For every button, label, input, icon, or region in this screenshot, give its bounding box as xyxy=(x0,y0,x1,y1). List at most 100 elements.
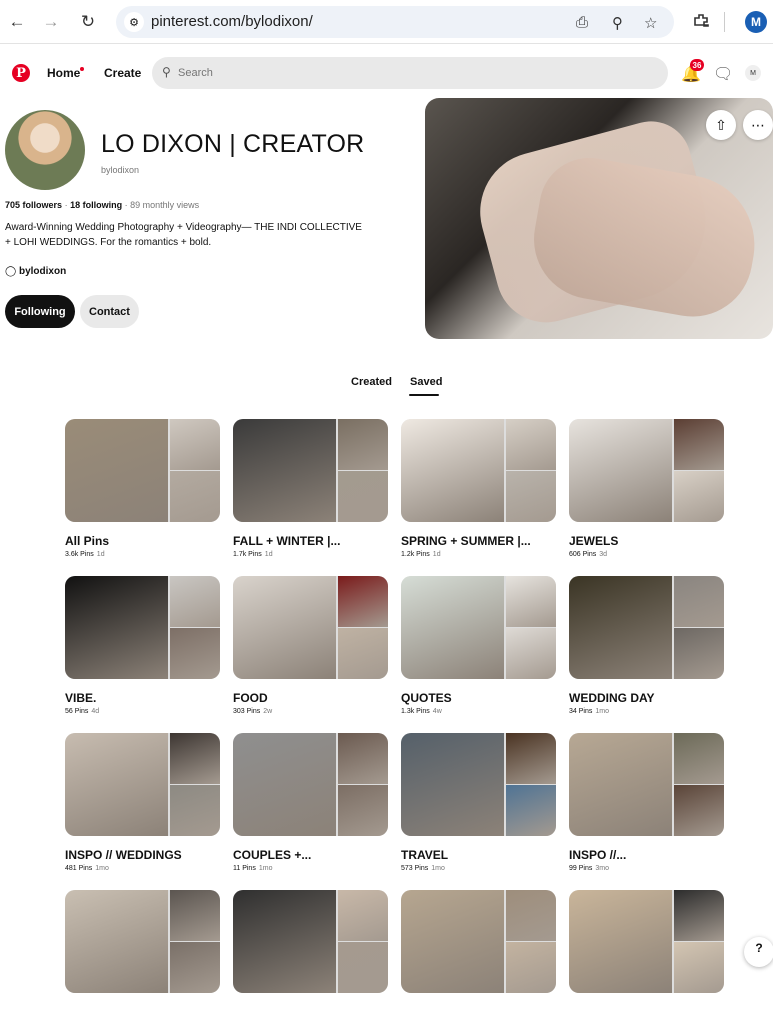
notification-count-badge: 36 xyxy=(690,59,704,71)
board-card[interactable]: All Pins 3.6k Pins 1d xyxy=(65,419,220,558)
board-title[interactable]: FALL + WINTER |... xyxy=(233,534,388,548)
search-input[interactable] xyxy=(178,64,648,82)
board-card[interactable]: VIBE. 56 Pins 4d xyxy=(65,576,220,715)
profile-bio: Award-Winning Wedding Photography + Vide… xyxy=(5,220,395,250)
following-label[interactable]: following xyxy=(83,200,123,210)
board-meta: 56 Pins 4d xyxy=(65,708,220,715)
browser-profile-avatar[interactable]: M xyxy=(745,11,767,33)
instagram-handle[interactable]: bylodixon xyxy=(19,266,66,277)
following-count[interactable]: 18 xyxy=(70,200,80,210)
board-card[interactable]: WEDDING DAY 34 Pins 1mo xyxy=(569,576,724,715)
search-bar[interactable]: ⚲ xyxy=(152,57,668,89)
board-card[interactable]: TRAVEL 573 Pins 1mo xyxy=(401,733,556,872)
help-icon[interactable]: ? xyxy=(744,937,773,967)
board-title[interactable]: WEDDING DAY xyxy=(569,691,724,705)
site-settings-icon[interactable]: ⚙ xyxy=(124,12,144,32)
board-main-image xyxy=(569,733,672,836)
bio-line: + LOHI WEDDINGS. For the romantics + bol… xyxy=(5,237,212,248)
install-icon[interactable]: ⎙ xyxy=(576,14,588,31)
share-icon[interactable]: ⇧ xyxy=(706,110,736,140)
followers-label[interactable]: followers xyxy=(23,200,63,210)
board-cover-images[interactable] xyxy=(65,890,220,993)
board-cover-images[interactable] xyxy=(569,419,724,522)
tab-created[interactable]: Created xyxy=(351,376,392,388)
user-avatar[interactable]: M xyxy=(745,65,761,81)
board-side-image xyxy=(674,471,724,522)
board-pin-count: 303 Pins xyxy=(233,708,261,715)
board-side-image xyxy=(170,733,220,784)
board-main-image xyxy=(569,419,672,522)
board-cover-images[interactable] xyxy=(569,890,724,993)
board-cover-images[interactable] xyxy=(233,890,388,993)
pinterest-logo-icon[interactable]: P xyxy=(12,64,30,82)
board-side-image xyxy=(506,576,556,627)
board-cover-images[interactable] xyxy=(401,890,556,993)
board-main-image xyxy=(65,733,168,836)
board-title[interactable]: INSPO // WEDDINGS xyxy=(65,848,220,862)
board-side-image xyxy=(170,942,220,993)
board-cover-images[interactable] xyxy=(65,419,220,522)
followers-count[interactable]: 705 xyxy=(5,200,20,210)
board-side-image xyxy=(506,471,556,522)
board-cover-images[interactable] xyxy=(233,576,388,679)
board-cover-images[interactable] xyxy=(233,733,388,836)
board-cover-images[interactable] xyxy=(65,576,220,679)
board-card[interactable]: COUPLES +... 11 Pins 1mo xyxy=(233,733,388,872)
board-title[interactable]: TRAVEL xyxy=(401,848,556,862)
back-icon[interactable]: ← xyxy=(6,11,28,33)
board-card[interactable]: FALL + WINTER |... 1.7k Pins 1d xyxy=(233,419,388,558)
board-cover-images[interactable] xyxy=(233,419,388,522)
board-side-image xyxy=(506,419,556,470)
board-title[interactable]: All Pins xyxy=(65,534,220,548)
board-cover-images[interactable] xyxy=(401,576,556,679)
board-meta: 303 Pins 2w xyxy=(233,708,388,715)
board-title[interactable]: FOOD xyxy=(233,691,388,705)
board-main-image xyxy=(401,890,504,993)
board-pin-count: 481 Pins xyxy=(65,865,93,872)
board-cover-images[interactable] xyxy=(65,733,220,836)
bookmark-star-icon[interactable]: ☆ xyxy=(644,14,657,32)
board-side-image xyxy=(170,576,220,627)
more-options-icon[interactable]: ⋯ xyxy=(743,110,773,140)
address-bar[interactable]: ⚙ pinterest.com/bylodixon/ ⎙ ⚲ ☆ xyxy=(116,6,674,38)
board-card[interactable]: SPRING + SUMMER |... 1.2k Pins 1d xyxy=(401,419,556,558)
board-card[interactable]: INSPO //... 99 Pins 3mo xyxy=(569,733,724,872)
board-pin-count: 11 Pins xyxy=(233,865,256,872)
board-pin-count: 3.6k Pins xyxy=(65,551,94,558)
board-title[interactable]: SPRING + SUMMER |... xyxy=(401,534,556,548)
home-notification-dot xyxy=(80,67,84,71)
board-title[interactable]: QUOTES xyxy=(401,691,556,705)
forward-icon[interactable]: → xyxy=(40,11,62,33)
zoom-icon[interactable]: ⚲ xyxy=(612,14,623,32)
board-cover-images[interactable] xyxy=(569,576,724,679)
profile-username: bylodixon xyxy=(101,165,140,175)
board-pin-count: 56 Pins xyxy=(65,708,89,715)
board-side-image xyxy=(506,942,556,993)
board-cover-images[interactable] xyxy=(401,733,556,836)
board-side-image xyxy=(674,419,724,470)
nav-create[interactable]: Create xyxy=(104,66,141,80)
instagram-link[interactable]: ◯ bylodixon xyxy=(5,266,66,277)
board-side-image xyxy=(338,733,388,784)
board-card[interactable]: FOOD 303 Pins 2w xyxy=(233,576,388,715)
board-card[interactable]: INSPO // WEDDINGS 481 Pins 1mo xyxy=(65,733,220,872)
url-text[interactable]: pinterest.com/bylodixon/ xyxy=(151,13,313,30)
extensions-icon[interactable] xyxy=(692,12,710,30)
board-updated-age: 1mo xyxy=(595,708,609,715)
board-title[interactable]: VIBE. xyxy=(65,691,220,705)
messages-icon[interactable]: 🗨 xyxy=(713,64,733,84)
reload-icon[interactable]: ↻ xyxy=(77,11,99,33)
board-main-image xyxy=(401,576,504,679)
nav-home[interactable]: Home xyxy=(47,66,80,80)
board-card[interactable]: JEWELS 606 Pins 3d xyxy=(569,419,724,558)
board-cover-images[interactable] xyxy=(401,419,556,522)
tab-saved[interactable]: Saved xyxy=(410,376,442,388)
following-button[interactable]: Following xyxy=(5,295,75,328)
contact-button[interactable]: Contact xyxy=(80,295,139,328)
board-side-image xyxy=(170,628,220,679)
board-title[interactable]: INSPO //... xyxy=(569,848,724,862)
board-card[interactable]: QUOTES 1.3k Pins 4w xyxy=(401,576,556,715)
board-title[interactable]: COUPLES +... xyxy=(233,848,388,862)
board-title[interactable]: JEWELS xyxy=(569,534,724,548)
board-cover-images[interactable] xyxy=(569,733,724,836)
